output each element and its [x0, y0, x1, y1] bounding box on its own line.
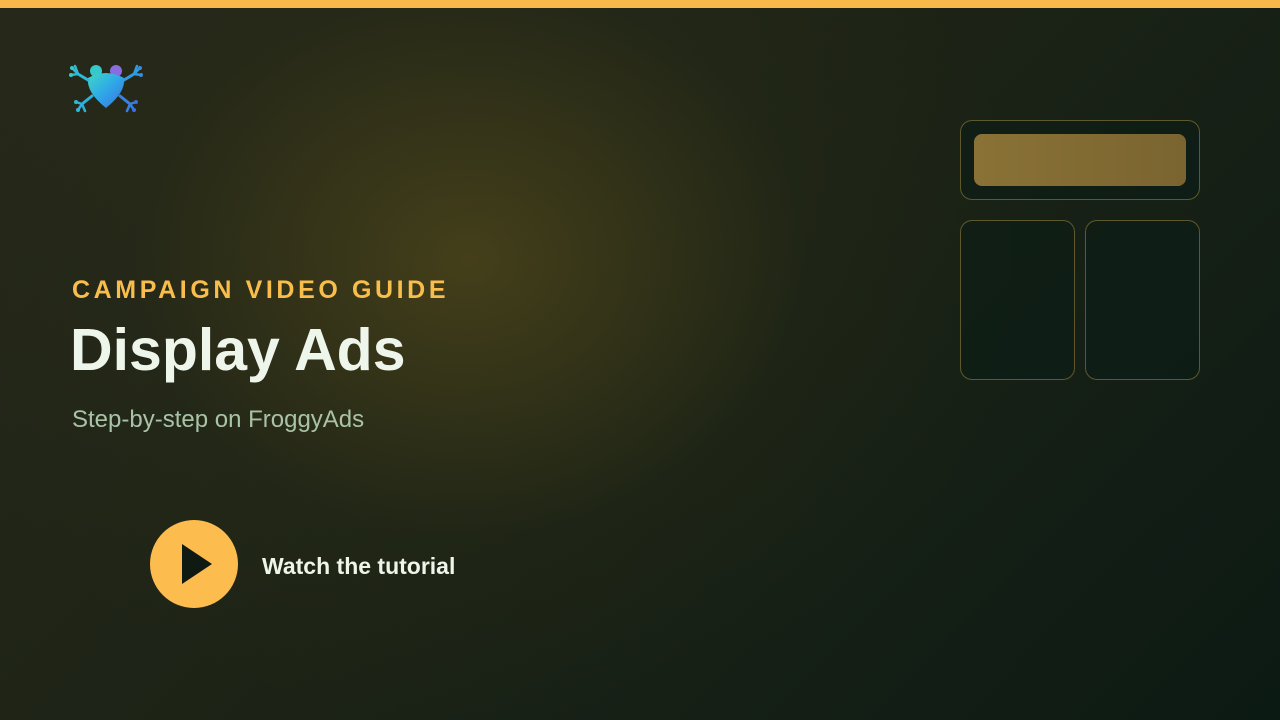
page-subtitle: Step-by-step on FroggyAds: [72, 406, 365, 433]
ad-banner-slot: [960, 120, 1200, 200]
ad-banner-bar: [974, 134, 1186, 186]
ad-tile-right: [1085, 220, 1200, 380]
eyebrow-label: CAMPAIGN VIDEO GUIDE: [72, 276, 450, 304]
frog-logo-icon: [68, 62, 144, 116]
play-icon: [182, 544, 212, 584]
top-accent-bar: [0, 0, 1280, 8]
play-button[interactable]: [150, 520, 238, 608]
page-title: Display Ads: [70, 317, 406, 383]
ad-tile-left: [960, 220, 1075, 380]
watch-tutorial-link[interactable]: Watch the tutorial: [262, 553, 455, 580]
